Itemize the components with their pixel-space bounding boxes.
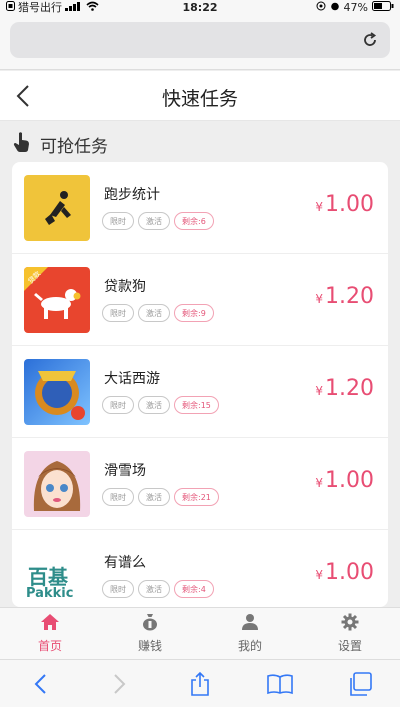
share-icon[interactable] bbox=[185, 669, 215, 699]
tag-activate: 激活 bbox=[138, 304, 170, 322]
task-item-running[interactable]: 跑步统计 限时 激活 剩余:6 ¥1.00 bbox=[12, 162, 388, 254]
price-value: 1.20 bbox=[325, 376, 374, 401]
task-name: 贷款狗 bbox=[104, 279, 146, 295]
clock: 18:22 bbox=[182, 0, 218, 14]
tag-limited: 限时 bbox=[102, 304, 134, 322]
price-value: 1.00 bbox=[325, 468, 374, 493]
battery-percent: 47% bbox=[343, 0, 368, 14]
tag-limited: 限时 bbox=[102, 212, 134, 230]
tag-remaining: 剩余:9 bbox=[174, 304, 214, 322]
task-name: 滑雪场 bbox=[104, 463, 146, 479]
user-icon bbox=[241, 613, 259, 634]
currency-symbol: ¥ bbox=[315, 292, 324, 306]
tabs-icon[interactable] bbox=[345, 669, 375, 699]
tag-remaining: 剩余:21 bbox=[174, 488, 219, 506]
back-to-app-icon bbox=[6, 0, 15, 14]
running-app-thumbnail bbox=[24, 175, 90, 241]
tab-earn[interactable]: 赚钱 bbox=[100, 608, 200, 659]
tag-remaining: 剩余:15 bbox=[174, 396, 219, 414]
loan-dog-app-thumbnail: 贷款 bbox=[24, 267, 90, 333]
currency-symbol: ¥ bbox=[315, 200, 324, 214]
price-value: 1.00 bbox=[325, 560, 374, 585]
carrier-label: 猎号出行 bbox=[18, 1, 62, 14]
gear-icon bbox=[341, 613, 359, 634]
tag-limited: 限时 bbox=[102, 488, 134, 506]
wifi-icon bbox=[86, 1, 99, 14]
currency-symbol: ¥ bbox=[315, 568, 324, 582]
task-price: ¥1.20 bbox=[315, 284, 374, 309]
money-bag-icon bbox=[141, 613, 159, 634]
tab-home[interactable]: 首页 bbox=[0, 608, 100, 659]
tab-me[interactable]: 我的 bbox=[200, 608, 300, 659]
currency-symbol: ¥ bbox=[315, 476, 324, 490]
currency-symbol: ¥ bbox=[315, 384, 324, 398]
tab-label: 首页 bbox=[37, 639, 62, 653]
pakkic-bottom-text: Pakkic bbox=[26, 586, 74, 601]
pakkic-app-thumbnail: 百基 Pakkic bbox=[24, 543, 90, 607]
task-price: ¥1.00 bbox=[315, 192, 374, 217]
page-title: 快速任务 bbox=[161, 88, 238, 110]
page-header: 快速任务 bbox=[0, 71, 400, 121]
westward-journey-app-thumbnail bbox=[24, 359, 90, 425]
reload-icon[interactable] bbox=[360, 30, 380, 50]
task-item-ski-resort[interactable]: 滑雪场 限时 激活 剩余:21 ¥1.00 bbox=[12, 438, 388, 530]
tag-limited: 限时 bbox=[102, 580, 134, 598]
status-bar: 猎号出行 18:22 47% bbox=[0, 0, 400, 14]
task-list: 跑步统计 限时 激活 剩余:6 ¥1.00 贷款 贷款狗 限时 激活 剩余:9 … bbox=[12, 162, 388, 607]
tag-activate: 激活 bbox=[138, 580, 170, 598]
tag-activate: 激活 bbox=[138, 396, 170, 414]
ski-resort-app-thumbnail bbox=[24, 451, 90, 517]
browser-forward-icon[interactable] bbox=[105, 669, 135, 699]
task-price: ¥1.00 bbox=[315, 560, 374, 585]
home-icon bbox=[40, 613, 60, 634]
tag-limited: 限时 bbox=[102, 396, 134, 414]
tag-activate: 激活 bbox=[138, 212, 170, 230]
task-item-westward-journey[interactable]: 大话西游 限时 激活 剩余:15 ¥1.20 bbox=[12, 346, 388, 438]
signal-icon bbox=[65, 1, 83, 14]
section-header: 可抢任务 bbox=[12, 130, 108, 158]
tag-remaining: 剩余:6 bbox=[174, 212, 214, 230]
price-value: 1.20 bbox=[325, 284, 374, 309]
task-price: ¥1.20 bbox=[315, 376, 374, 401]
browser-toolbar bbox=[0, 659, 400, 707]
task-name: 大话西游 bbox=[104, 371, 160, 387]
tab-settings[interactable]: 设置 bbox=[300, 608, 400, 659]
tag-activate: 激活 bbox=[138, 488, 170, 506]
bookmarks-icon[interactable] bbox=[265, 669, 295, 699]
task-name: 跑步统计 bbox=[104, 187, 160, 203]
task-name: 有谱么 bbox=[104, 555, 146, 571]
task-item-loan-dog[interactable]: 贷款 贷款狗 限时 激活 剩余:9 ¥1.20 bbox=[12, 254, 388, 346]
tab-label: 我的 bbox=[237, 639, 262, 653]
alarm-icon bbox=[330, 1, 340, 14]
task-item-youpu[interactable]: 百基 Pakkic 有谱么 限时 激活 剩余:4 ¥1.00 bbox=[12, 530, 388, 607]
tab-label: 设置 bbox=[337, 639, 362, 653]
hand-pointer-icon bbox=[12, 131, 32, 158]
task-price: ¥1.00 bbox=[315, 468, 374, 493]
app-tab-bar: 首页 赚钱 我的 设置 bbox=[0, 607, 400, 659]
tag-remaining: 剩余:4 bbox=[174, 580, 214, 598]
battery-icon bbox=[372, 0, 394, 14]
address-bar[interactable] bbox=[10, 22, 390, 58]
browser-back-icon[interactable] bbox=[25, 669, 55, 699]
section-title: 可抢任务 bbox=[40, 136, 108, 157]
location-icon bbox=[316, 1, 326, 14]
price-value: 1.00 bbox=[325, 192, 374, 217]
tab-label: 赚钱 bbox=[137, 639, 162, 653]
browser-address-area bbox=[0, 14, 400, 70]
